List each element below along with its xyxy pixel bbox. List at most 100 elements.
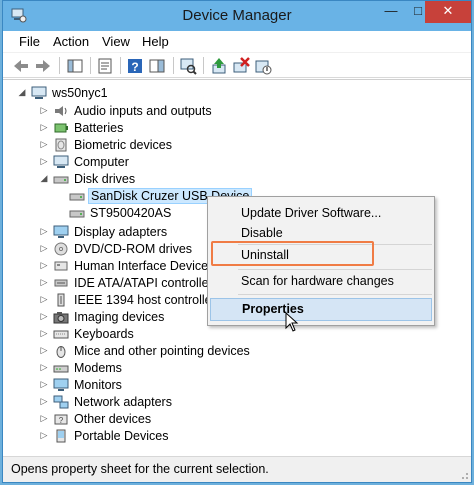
expand-arrow-icon[interactable]: ▷: [39, 243, 49, 254]
tree-item-st9500420as[interactable]: ST9500420AS: [69, 204, 173, 221]
tree-item-disk-drives[interactable]: ◢ Disk drives: [39, 170, 137, 187]
tree-item-label: Computer: [74, 154, 129, 169]
collapse-arrow-icon[interactable]: ◢: [39, 173, 49, 184]
show-hide-console-tree-icon[interactable]: [65, 56, 85, 76]
status-bar: Opens property sheet for the current sel…: [3, 456, 471, 482]
expand-arrow-icon[interactable]: ▷: [39, 294, 49, 305]
tree-item-label: Audio inputs and outputs: [74, 103, 212, 118]
toolbar-separator: [173, 57, 174, 74]
modem-icon: [53, 365, 69, 372]
menu-bar: File Action View Help: [3, 31, 471, 53]
menu-view[interactable]: View: [99, 34, 133, 49]
svg-text:?: ?: [131, 60, 138, 74]
display-icon: [53, 225, 69, 238]
help-icon[interactable]: ?: [125, 56, 145, 76]
svg-text:?: ?: [59, 416, 64, 425]
context-menu-label: Scan for hardware changes: [241, 274, 394, 288]
back-arrow-icon[interactable]: [11, 56, 31, 76]
expand-arrow-icon[interactable]: ▷: [39, 260, 49, 271]
expand-arrow-icon[interactable]: ▷: [39, 413, 49, 424]
expand-arrow-icon[interactable]: ▷: [39, 328, 49, 339]
tree-root[interactable]: ◢ ws50nyc1: [17, 84, 110, 101]
expand-arrow-icon[interactable]: ▷: [39, 396, 49, 407]
tree-item-network[interactable]: ▷ Network adapters: [39, 393, 174, 410]
uninstall-device-icon[interactable]: [231, 56, 251, 76]
expand-arrow-icon[interactable]: ▷: [39, 277, 49, 288]
tree-scroll-edge: [465, 80, 471, 455]
menu-file[interactable]: File: [16, 34, 43, 49]
expand-arrow-icon[interactable]: ▷: [39, 362, 49, 373]
keyboard-icon: [53, 330, 69, 338]
toolbar-separator: [203, 57, 204, 74]
tree-item-keyboards[interactable]: ▷ Keyboards: [39, 325, 136, 342]
context-menu-update-driver[interactable]: Update Driver Software...: [210, 202, 432, 224]
expand-arrow-icon[interactable]: ▷: [39, 139, 49, 150]
expand-arrow-icon[interactable]: ▷: [39, 105, 49, 116]
tree-item-mice[interactable]: ▷ Mice and other pointing devices: [39, 342, 252, 359]
tree-item-label: Mice and other pointing devices: [74, 343, 250, 358]
tree-item-label: Monitors: [74, 377, 122, 392]
resize-grip-icon[interactable]: [457, 468, 469, 480]
tree-item-hid[interactable]: ▷ Human Interface Devices: [39, 257, 216, 274]
context-menu-label: Update Driver Software...: [241, 206, 382, 220]
firewire-icon: [57, 293, 65, 306]
tree-item-label: Other devices: [74, 411, 152, 426]
tree-item-label: IEEE 1394 host controllers: [74, 292, 222, 307]
tree-item-ieee1394[interactable]: ▷ IEEE 1394 host controllers: [39, 291, 224, 308]
tree-item-imaging[interactable]: ▷ Imaging devices: [39, 308, 166, 325]
tree-item-label: Network adapters: [74, 394, 172, 409]
network-icon: [53, 395, 69, 408]
ide-icon: [54, 279, 68, 286]
tree-root-label: ws50nyc1: [52, 85, 108, 100]
tree-item-label: Batteries: [74, 120, 124, 135]
tree-item-audio[interactable]: ▷ Audio inputs and outputs: [39, 102, 214, 119]
tree-item-label: Biometric devices: [74, 137, 172, 152]
tree-item-computer[interactable]: ▷ Computer: [39, 153, 131, 170]
mouse-icon: [56, 345, 66, 358]
disable-device-icon[interactable]: [253, 56, 273, 76]
close-button[interactable]: ✕: [425, 1, 471, 23]
context-menu-properties[interactable]: Properties: [210, 298, 432, 321]
tree-item-dvd[interactable]: ▷ DVD/CD-ROM drives: [39, 240, 194, 257]
tree-item-label: Human Interface Devices: [74, 258, 215, 273]
update-driver-icon[interactable]: [209, 56, 229, 76]
collapse-arrow-icon[interactable]: ◢: [17, 87, 27, 98]
tree-item-modems[interactable]: ▷ Modems: [39, 359, 124, 376]
minimize-button[interactable]: —: [377, 1, 405, 23]
expand-arrow-icon[interactable]: ▷: [39, 122, 49, 133]
action-pane-icon[interactable]: [147, 56, 167, 76]
expand-arrow-icon[interactable]: ▷: [39, 156, 49, 167]
context-menu-scan[interactable]: Scan for hardware changes: [210, 270, 432, 292]
unknown-device-icon: ?: [54, 414, 68, 425]
tree-item-ide[interactable]: ▷ IDE ATA/ATAPI controllers: [39, 274, 221, 291]
camera-icon: [53, 311, 69, 323]
tree-item-batteries[interactable]: ▷ Batteries: [39, 119, 125, 136]
toolbar-separator: [90, 57, 91, 74]
title-bar[interactable]: Device Manager — □ ✕: [3, 1, 471, 31]
tree-item-biometric[interactable]: ▷ Biometric devices: [39, 136, 174, 153]
tree-item-monitors[interactable]: ▷ Monitors: [39, 376, 124, 393]
computer-icon: [53, 155, 69, 168]
dvd-icon: [54, 242, 68, 255]
scan-hardware-icon[interactable]: [178, 56, 198, 76]
disk-drive-icon: [53, 176, 69, 183]
tree-item-label: DVD/CD-ROM drives: [74, 241, 193, 256]
tree-item-portable[interactable]: ▷ Portable Devices: [39, 427, 171, 444]
expand-arrow-icon[interactable]: ▷: [39, 379, 49, 390]
tree-item-display-adapters[interactable]: ▷ Display adapters: [39, 223, 169, 240]
status-text: Opens property sheet for the current sel…: [11, 462, 269, 476]
expand-arrow-icon[interactable]: ▷: [39, 311, 49, 322]
monitor-icon: [53, 378, 69, 391]
forward-arrow-icon[interactable]: [33, 56, 53, 76]
tree-item-label: ST9500420AS: [90, 205, 172, 220]
menu-help[interactable]: Help: [139, 34, 172, 49]
properties-toolbar-icon[interactable]: [95, 56, 115, 76]
expand-arrow-icon[interactable]: ▷: [39, 345, 49, 356]
tree-item-label: Portable Devices: [74, 428, 169, 443]
expand-arrow-icon[interactable]: ▷: [39, 226, 49, 237]
expand-arrow-icon[interactable]: ▷: [39, 430, 49, 441]
mouse-cursor-icon: [285, 312, 299, 332]
computer-icon: [31, 86, 47, 99]
tree-item-other[interactable]: ▷ ? Other devices: [39, 410, 153, 427]
menu-action[interactable]: Action: [50, 34, 92, 49]
